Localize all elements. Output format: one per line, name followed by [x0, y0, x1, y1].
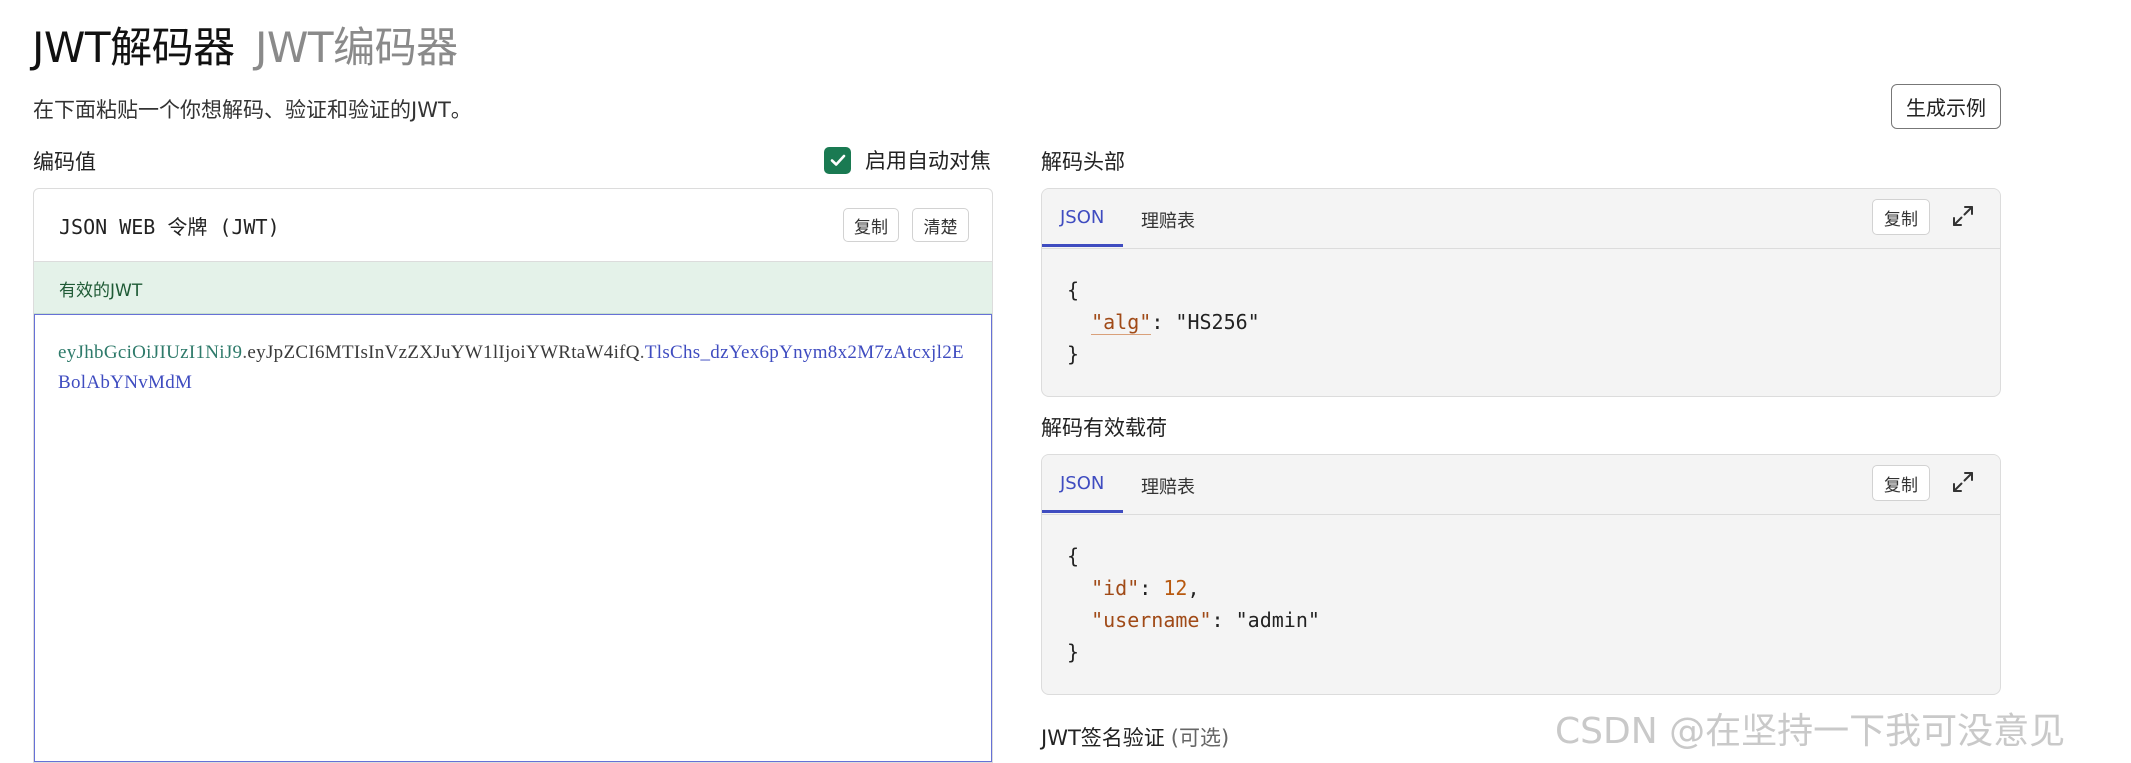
page-subtitle: 在下面粘贴一个你想解码、验证和验证的JWT。: [33, 98, 472, 122]
decoded-header-tabs: JSON 理赔表 复制: [1042, 189, 2000, 249]
tab-jwt-decoder[interactable]: JWT解码器: [32, 14, 235, 75]
active-tab-indicator: [1042, 510, 1123, 513]
decoded-header-label: 解码头部: [1041, 150, 1125, 174]
clear-token-button[interactable]: 清楚: [912, 208, 969, 242]
token-header-part: eyJhbGciOiJIUzI1NiJ9: [58, 342, 243, 363]
valid-jwt-banner: 有效的JWT: [34, 262, 992, 314]
json-value: "HS256": [1175, 310, 1260, 334]
tab-claims-table[interactable]: 理赔表: [1141, 473, 1195, 499]
tab-claims-table[interactable]: 理赔表: [1141, 207, 1195, 233]
encoded-token-card: JSON WEB 令牌 (JWT) 复制 清楚 有效的JWT eyJhbGciO…: [33, 188, 993, 763]
json-value: 12: [1163, 576, 1188, 600]
signature-verification-label: JWT签名验证 (可选): [1041, 722, 1229, 752]
token-payload-part: eyJpZCI6MTIsInVzZXJuYW1lIjoiYWRtaW4ifQ: [247, 342, 640, 363]
copy-header-button[interactable]: 复制: [1872, 199, 1930, 235]
token-text[interactable]: eyJhbGciOiJIUzI1NiJ9.eyJpZCI6MTIsInVzZXJ…: [58, 338, 968, 398]
valid-jwt-status: 有效的JWT: [59, 281, 143, 301]
auto-focus-toggle[interactable]: 启用自动对焦: [824, 145, 991, 175]
auto-focus-label: 启用自动对焦: [865, 149, 991, 173]
decoded-header-card: JSON 理赔表 复制 { "alg": "HS256" }: [1041, 188, 2001, 397]
encoded-value-label: 编码值: [33, 150, 96, 174]
decoded-payload-json: { "id": 12, "username": "admin" }: [1067, 544, 1320, 664]
optional-hint: (可选): [1170, 726, 1230, 750]
watermark: CSDN @在坚持一下我可没意见: [1555, 711, 2066, 752]
json-value: "admin": [1235, 608, 1320, 632]
json-key: "alg": [1091, 310, 1152, 335]
decoded-payload-label: 解码有效载荷: [1041, 416, 1167, 440]
token-input[interactable]: eyJhbGciOiJIUzI1NiJ9.eyJpZCI6MTIsInVzZXJ…: [34, 314, 992, 762]
tab-jwt-encoder[interactable]: JWT编码器: [255, 14, 458, 75]
generate-example-button[interactable]: 生成示例: [1891, 84, 2001, 129]
decoded-payload-card: JSON 理赔表 复制 { "id": 12, "username": "adm…: [1041, 454, 2001, 695]
encoded-card-title: JSON WEB 令牌 (JWT): [59, 215, 280, 239]
json-key: "username": [1091, 608, 1212, 632]
checkbox-checked-icon[interactable]: [824, 146, 851, 174]
tab-json[interactable]: JSON: [1060, 473, 1104, 494]
signature-label-text: JWT签名验证: [1041, 726, 1165, 750]
expand-icon[interactable]: [1950, 469, 1976, 495]
encoded-card-header: JSON WEB 令牌 (JWT) 复制 清楚: [34, 189, 992, 262]
json-key: "id": [1091, 576, 1140, 600]
copy-payload-button[interactable]: 复制: [1872, 465, 1930, 501]
decoded-payload-tabs: JSON 理赔表 复制: [1042, 455, 2000, 515]
decoded-header-json: { "alg": "HS256" }: [1067, 278, 1260, 366]
tab-json[interactable]: JSON: [1060, 207, 1104, 228]
expand-icon[interactable]: [1950, 203, 1976, 229]
active-tab-indicator: [1042, 244, 1123, 247]
copy-token-button[interactable]: 复制: [843, 208, 899, 242]
